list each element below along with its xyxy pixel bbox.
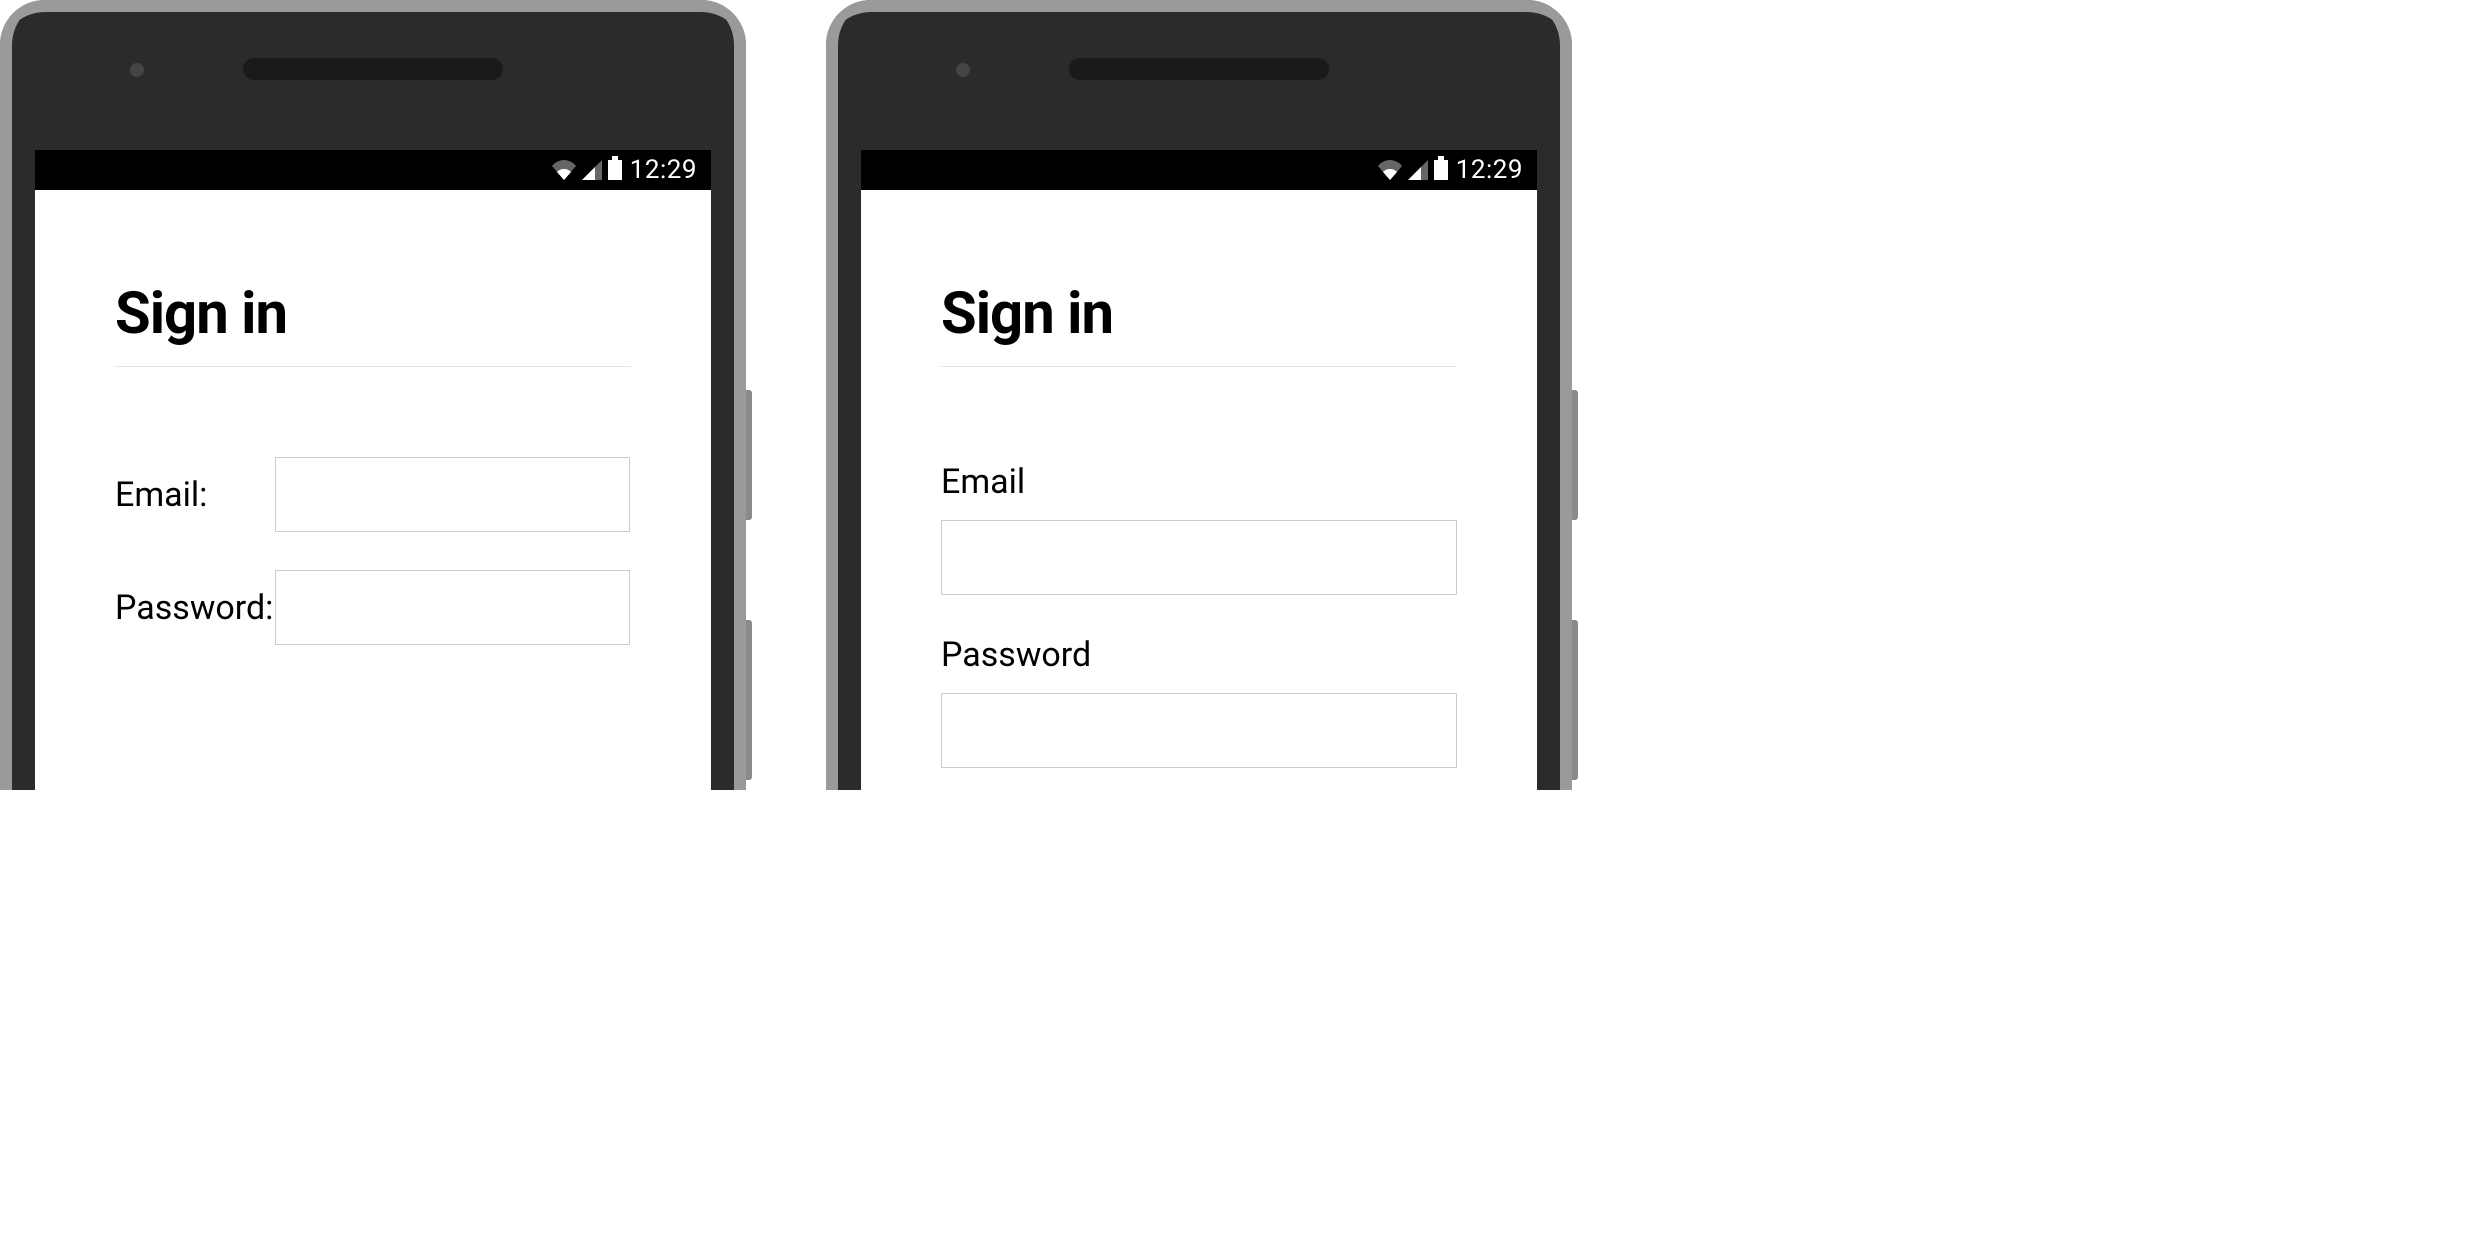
status-time: 12:29 xyxy=(1456,155,1523,185)
phone-speaker xyxy=(243,58,503,80)
password-row: Password: xyxy=(115,570,631,645)
phone-side-button xyxy=(746,390,752,520)
phone-screen: 12:29 Sign in Email: Password: xyxy=(35,150,711,790)
status-time: 12:29 xyxy=(630,155,697,185)
cell-signal-icon xyxy=(582,160,602,180)
password-input[interactable] xyxy=(941,693,1457,768)
page-title: Sign in xyxy=(115,280,631,348)
email-input[interactable] xyxy=(275,457,630,532)
password-group: Password xyxy=(941,635,1457,768)
phone-camera xyxy=(956,63,970,77)
phone-side-button xyxy=(1572,620,1578,780)
wifi-icon xyxy=(552,160,576,180)
email-label: Email xyxy=(941,462,1457,502)
email-row: Email: xyxy=(115,457,631,532)
cell-signal-icon xyxy=(1408,160,1428,180)
phone-side-button xyxy=(1572,390,1578,520)
password-input[interactable] xyxy=(275,570,630,645)
page-title: Sign in xyxy=(941,280,1457,348)
phone-mockup-left: 12:29 Sign in Email: Password: xyxy=(0,0,746,790)
status-bar: 12:29 xyxy=(35,150,711,190)
battery-icon xyxy=(608,160,622,180)
phone-frame: 12:29 Sign in Email: Password: xyxy=(0,0,746,790)
signin-form: Sign in Email: Password: xyxy=(35,190,711,790)
wifi-icon xyxy=(1378,160,1402,180)
phone-frame: 12:29 Sign in Email Password xyxy=(826,0,1572,790)
email-input[interactable] xyxy=(941,520,1457,595)
status-bar: 12:29 xyxy=(861,150,1537,190)
battery-icon xyxy=(1434,160,1448,180)
email-label: Email: xyxy=(115,475,275,515)
title-divider xyxy=(115,366,631,367)
phone-side-button xyxy=(746,620,752,780)
password-label: Password xyxy=(941,635,1457,675)
phone-camera xyxy=(130,63,144,77)
title-divider xyxy=(941,366,1457,367)
password-label: Password: xyxy=(115,588,275,628)
phone-mockup-right: 12:29 Sign in Email Password xyxy=(826,0,1572,790)
signin-form: Sign in Email Password xyxy=(861,190,1537,790)
phone-screen: 12:29 Sign in Email Password xyxy=(861,150,1537,790)
email-group: Email xyxy=(941,462,1457,595)
phone-speaker xyxy=(1069,58,1329,80)
